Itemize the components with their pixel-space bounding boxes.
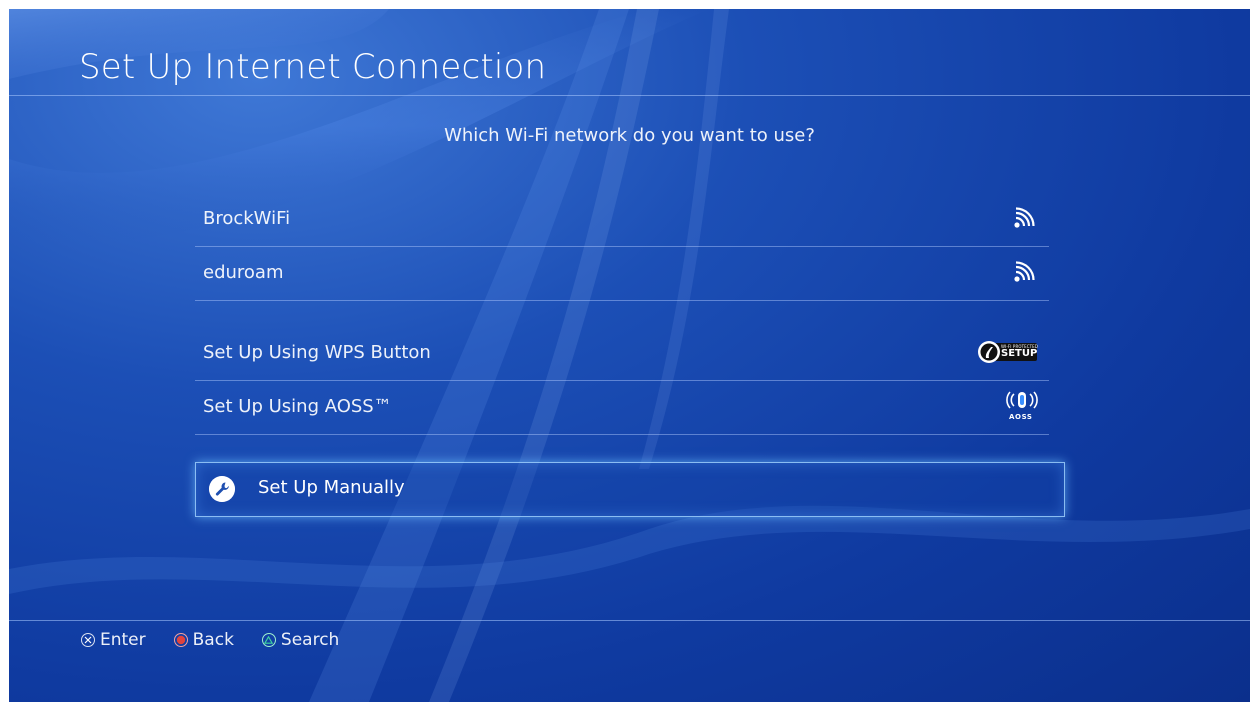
option-label: Set Up Using AOSS™ [203, 396, 392, 417]
hint-label: Back [192, 630, 234, 650]
wps-setup-icon: WI-FI PROTECTED SETUP [977, 339, 1039, 365]
wifi-signal-icon [1014, 261, 1035, 282]
button-hints: Enter Back Search [81, 630, 367, 650]
network-name: eduroam [203, 262, 284, 283]
aoss-icon: AOSS [1005, 390, 1039, 424]
hint-search: Search [261, 630, 340, 650]
network-name: BrockWiFi [203, 208, 291, 229]
footer-divider [9, 620, 1250, 621]
network-item-brockwifi[interactable]: BrockWiFi [195, 193, 1049, 247]
hint-label: Enter [100, 630, 146, 650]
option-label: Set Up Manually [258, 477, 405, 498]
wifi-signal-icon [1014, 207, 1035, 228]
network-prompt: Which Wi-Fi network do you want to use? [444, 125, 815, 146]
circle-button-icon [173, 633, 188, 647]
hint-label: Search [280, 630, 340, 650]
page-title: Set Up Internet Connection [79, 47, 547, 87]
ps4-screen: Set Up Internet Connection Which Wi-Fi n… [9, 9, 1250, 702]
aoss-badge: AOSS [1009, 413, 1033, 421]
wrench-icon [209, 476, 235, 502]
wps-badge-big: SETUP [1001, 348, 1038, 359]
hint-back: Back [173, 630, 234, 650]
option-aoss[interactable]: Set Up Using AOSS™ AOSS [195, 381, 1049, 435]
row-divider [195, 434, 1049, 435]
cross-button-icon [81, 633, 95, 647]
row-divider [195, 300, 1049, 301]
triangle-button-icon [261, 633, 276, 647]
option-label: Set Up Using WPS Button [203, 342, 431, 363]
option-wps-button[interactable]: Set Up Using WPS Button WI-FI PROTECTED … [195, 327, 1049, 381]
network-item-eduroam[interactable]: eduroam [195, 247, 1049, 301]
title-divider [9, 95, 1250, 96]
option-set-up-manually[interactable]: Set Up Manually [195, 462, 1065, 517]
hint-enter: Enter [81, 630, 146, 650]
